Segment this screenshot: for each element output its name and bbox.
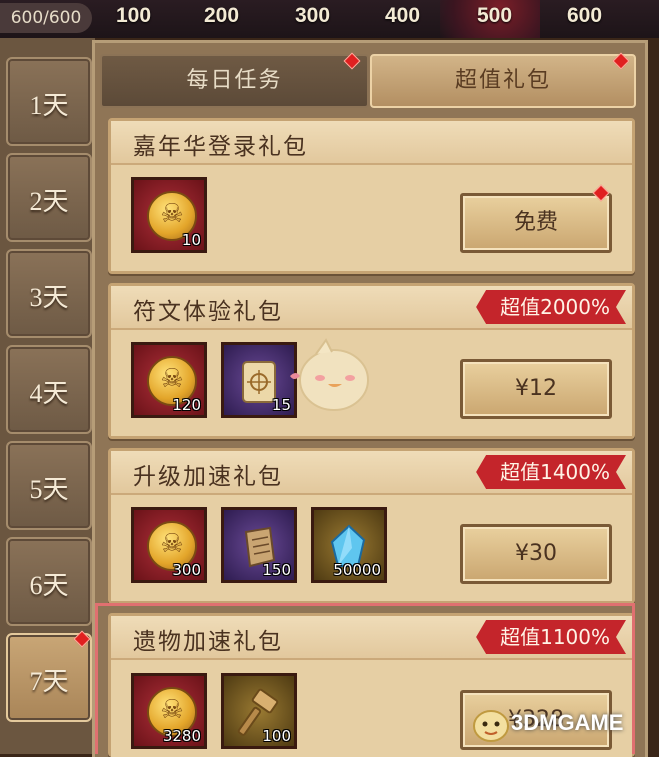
milestone-400[interactable]: 400	[385, 4, 420, 28]
reward-item[interactable]: 150	[221, 507, 297, 583]
milestone-bar: 600/600 100 200 300 400 500 600	[0, 0, 659, 38]
pack-title: 符文体验礼包	[133, 299, 283, 325]
buy-button[interactable]: ¥30	[460, 524, 612, 584]
day-tab-label: 6天	[29, 571, 69, 600]
milestone-100[interactable]: 100	[116, 4, 151, 28]
item-quantity: 300	[172, 561, 201, 579]
day-tab-3[interactable]: 3天	[6, 249, 92, 338]
day-tab-label: 4天	[29, 379, 69, 408]
milestone-500[interactable]: 500	[477, 4, 512, 28]
item-quantity: 120	[172, 396, 201, 414]
item-quantity: 50000	[333, 561, 381, 579]
day-tab-5[interactable]: 5天	[6, 441, 92, 530]
reward-item[interactable]: 300	[131, 507, 207, 583]
site-watermark: 3DMGAME	[471, 698, 651, 748]
value-badge: 超值2000%	[476, 290, 626, 324]
reward-item[interactable]: 10	[131, 177, 207, 253]
day-tab-2[interactable]: 2天	[6, 153, 92, 242]
day-tab-label: 5天	[29, 475, 69, 504]
day-tab-label: 1天	[29, 91, 69, 120]
day-tab-label: 7天	[29, 667, 69, 696]
pack-title: 嘉年华登录礼包	[133, 134, 308, 160]
day-tab-6[interactable]: 6天	[6, 537, 92, 626]
watermark-logo-icon	[473, 710, 509, 742]
free-claim-button[interactable]: 免费	[460, 193, 612, 253]
mascot-watermark	[286, 336, 378, 420]
day-tab-label: 2天	[29, 187, 69, 216]
milestone-300[interactable]: 300	[295, 4, 330, 28]
milestone-200[interactable]: 200	[204, 4, 239, 28]
day-tab-1[interactable]: 1天	[6, 57, 92, 146]
value-badge: 超值1400%	[476, 455, 626, 489]
tab-daily-tasks[interactable]: 每日任务	[100, 54, 369, 108]
milestone-600[interactable]: 600	[567, 4, 602, 28]
day-tab-7[interactable]: 7天	[6, 633, 92, 722]
pack-title: 升级加速礼包	[133, 464, 283, 490]
buy-button[interactable]: ¥12	[460, 359, 612, 419]
watermark-text: 3DMGAME	[511, 710, 624, 735]
reward-item[interactable]: 120	[131, 342, 207, 418]
day-tab-4[interactable]: 4天	[6, 345, 92, 434]
reward-item[interactable]: 50000	[311, 507, 387, 583]
progress-counter: 600/600	[0, 3, 92, 33]
item-quantity: 150	[262, 561, 291, 579]
item-quantity: 10	[181, 231, 201, 249]
day-tab-label: 3天	[29, 283, 69, 312]
tab-value-packs[interactable]: 超值礼包	[370, 54, 636, 108]
